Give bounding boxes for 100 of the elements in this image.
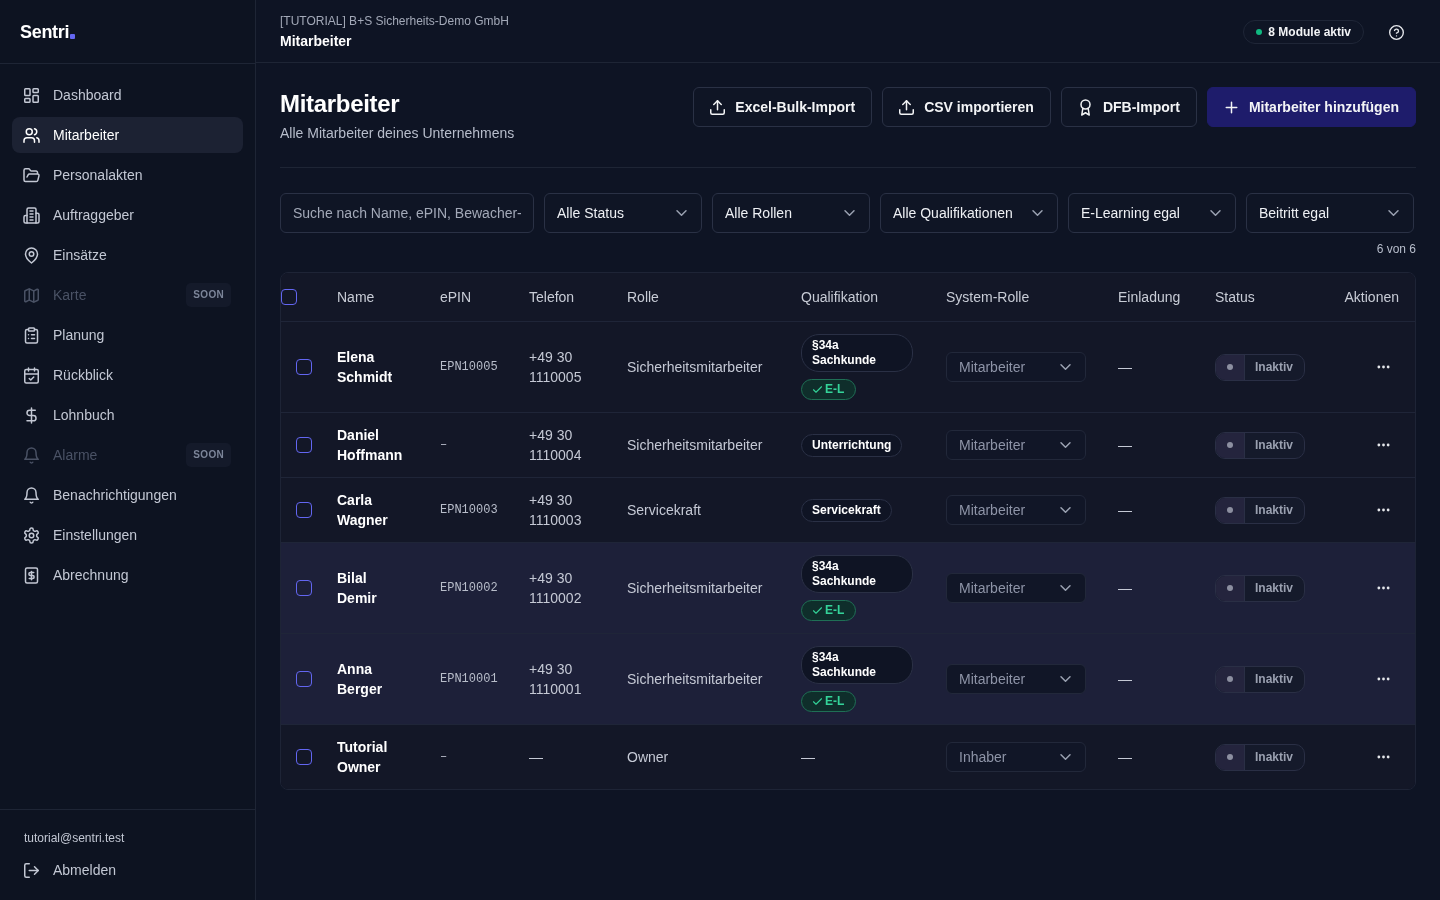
chevron-down-icon	[1060, 676, 1071, 682]
role-select[interactable]: Mitarbeiter	[946, 352, 1086, 382]
more-icon	[1376, 677, 1390, 681]
receipt-icon	[24, 567, 39, 583]
page-subtitle: Alle Mitarbeiter deines Unternehmens	[280, 124, 515, 143]
chevron-down-icon	[676, 210, 687, 216]
toggle-knob-icon	[1216, 666, 1245, 692]
sidebar-item[interactable]: Mitarbeiter	[12, 117, 243, 153]
import-button[interactable]: Excel-Bulk-Import	[693, 87, 873, 127]
employee-name: Tutorial Owner	[337, 738, 388, 777]
user-email: tutorial@sentri.test	[23, 830, 126, 846]
row-checkbox[interactable]	[296, 502, 312, 518]
qualification-tag: Servicekraft	[801, 498, 892, 522]
role-select[interactable]: Mitarbeiter	[946, 664, 1086, 694]
filter-select[interactable]: Alle Qualifikationen	[880, 193, 1058, 233]
import-button[interactable]: DFB-Import	[1060, 87, 1197, 127]
sidebar-item[interactable]: Benachrichtigungen	[12, 477, 243, 513]
column-header: Rolle	[627, 288, 659, 307]
row-checkbox[interactable]	[296, 749, 312, 765]
phone-cell-text: +49 30 1110004	[529, 426, 582, 465]
sidebar-item[interactable]: Einstellungen	[12, 517, 243, 553]
status-toggle[interactable]: Inaktiv	[1215, 431, 1305, 459]
qualification-tag: Unterrichtung	[801, 433, 903, 457]
status-toggle[interactable]: Inaktiv	[1215, 353, 1305, 381]
row-checkbox[interactable]	[296, 671, 312, 687]
filter-select[interactable]: E-Learning egal	[1068, 193, 1236, 233]
role-cell-text: Sicherheitsmitarbeiter	[627, 670, 763, 689]
status-toggle[interactable]: Inaktiv	[1215, 574, 1305, 602]
invitation-cell-text: —	[1118, 501, 1132, 520]
more-icon	[1376, 443, 1390, 447]
qualification-tag: §34a Sachkunde	[801, 334, 913, 372]
status-toggle[interactable]: Inaktiv	[1215, 665, 1305, 693]
row-checkbox[interactable]	[296, 580, 312, 596]
row-checkbox[interactable]	[296, 437, 312, 453]
sidebar-item[interactable]: Auftraggeber	[12, 197, 243, 233]
phone-cell-text: +49 30 1110002	[529, 569, 582, 608]
map-icon	[24, 287, 39, 303]
column-header: System-Rolle	[946, 288, 1030, 307]
employee-name: Daniel Hoffmann	[337, 426, 403, 465]
epin-cell: EPN10005	[440, 360, 498, 374]
role-cell-text: Sicherheitsmitarbeiter	[627, 579, 763, 598]
dollar-icon	[24, 407, 39, 423]
filter-select[interactable]: Beitritt egal	[1246, 193, 1414, 233]
bell-icon	[24, 487, 39, 503]
chevron-down-icon	[1060, 754, 1071, 760]
search-field[interactable]: Suche nach Name, ePIN, Bewacher-	[280, 193, 534, 233]
soon-badge: SOON	[186, 443, 231, 467]
logout-button[interactable]: Abmelden	[12, 852, 243, 888]
sidebar-item[interactable]: Dashboard	[12, 77, 243, 113]
sidebar-item[interactable]: Rückblick	[12, 357, 243, 393]
row-checkbox[interactable]	[296, 359, 312, 375]
qualification-tag: §34a Sachkunde	[801, 555, 913, 593]
select-all-checkbox[interactable]	[281, 289, 297, 305]
status-toggle[interactable]: Inaktiv	[1215, 743, 1305, 771]
chevron-down-icon	[1060, 507, 1071, 513]
filter-select[interactable]: Alle Status	[544, 193, 702, 233]
column-header: Status	[1215, 288, 1255, 307]
role-select[interactable]: Inhaber	[946, 742, 1086, 772]
add-employee-button[interactable]: Mitarbeiter hinzufügen	[1206, 87, 1416, 127]
sidebar-item[interactable]: Einsätze	[12, 237, 243, 273]
invitation-cell-text: —	[1118, 670, 1132, 689]
upload-icon	[899, 99, 915, 115]
invitation-cell-text: —	[1118, 579, 1132, 598]
employee-name: Elena Schmidt	[337, 348, 393, 387]
modules-label: 8 Module aktiv	[1268, 25, 1351, 39]
toggle-knob-icon	[1216, 354, 1245, 380]
settings-icon	[24, 527, 39, 543]
role-select[interactable]: Mitarbeiter	[946, 495, 1086, 525]
sidebar-item[interactable]: Abrechnung	[12, 557, 243, 593]
toggle-knob-icon	[1216, 575, 1245, 601]
toggle-knob-icon	[1216, 497, 1245, 523]
sidebar-item[interactable]: Planung	[12, 317, 243, 353]
organization-name: [TUTORIAL] B+S Sicherheits-Demo GmbH	[280, 14, 509, 29]
result-count: 6 von 6	[1376, 241, 1416, 257]
invitation-cell-text: —	[1118, 748, 1132, 767]
elearning-label: E-L	[825, 382, 845, 397]
filter-select[interactable]: Alle Rollen	[712, 193, 870, 233]
dashboard-icon	[24, 87, 39, 103]
role-cell-text: Owner	[627, 748, 669, 767]
epin-cell: –	[440, 438, 448, 452]
chevron-down-icon	[1032, 210, 1043, 216]
role-cell-text: Sicherheitsmitarbeiter	[627, 358, 763, 377]
phone-cell-text: +49 30 1110003	[529, 491, 582, 530]
import-button[interactable]: CSV importieren	[882, 87, 1051, 127]
employee-name: Anna Berger	[337, 660, 383, 699]
chevron-down-icon	[1388, 210, 1399, 216]
role-select[interactable]: Mitarbeiter	[946, 430, 1086, 460]
chevron-down-icon	[844, 210, 855, 216]
page-name: Mitarbeiter	[280, 33, 353, 50]
toggle-knob-icon	[1216, 432, 1245, 458]
sidebar-item[interactable]: Lohnbuch	[12, 397, 243, 433]
building-icon	[24, 207, 39, 223]
qualification-tag: §34a Sachkunde	[801, 646, 913, 684]
table-cell-text: —	[801, 748, 815, 767]
more-icon	[1376, 586, 1390, 590]
sidebar-item[interactable]: Personalakten	[12, 157, 243, 193]
status-toggle[interactable]: Inaktiv	[1215, 496, 1305, 524]
role-select[interactable]: Mitarbeiter	[946, 573, 1086, 603]
page-title: Mitarbeiter	[280, 89, 401, 119]
chevron-down-icon	[1060, 442, 1071, 448]
